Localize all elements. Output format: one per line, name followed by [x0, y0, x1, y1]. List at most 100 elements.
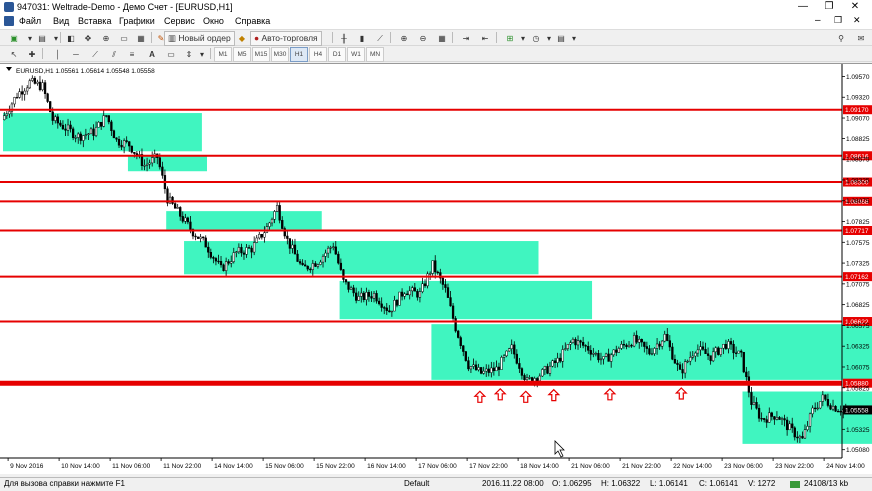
- candle-body: [269, 223, 271, 227]
- candle-body: [103, 116, 105, 127]
- candle-body: [350, 288, 352, 290]
- candle-body: [294, 245, 296, 254]
- candle-body: [289, 239, 291, 249]
- candle-body: [253, 243, 255, 253]
- text-label-icon[interactable]: ▭: [163, 47, 179, 62]
- minimize-button[interactable]: —: [790, 0, 816, 14]
- candle-body: [661, 341, 663, 346]
- timeframe-w1[interactable]: W1: [347, 47, 365, 62]
- candle-body: [467, 361, 469, 369]
- terminal-icon[interactable]: ▭: [116, 31, 132, 46]
- bar-chart-icon[interactable]: ╫: [336, 31, 352, 46]
- line-chart-icon[interactable]: ⟋: [372, 31, 388, 46]
- candle-body: [605, 354, 607, 357]
- timeframe-h4[interactable]: H4: [309, 47, 327, 62]
- close-child-icon[interactable]: ✕: [853, 15, 861, 26]
- candle-body: [641, 339, 643, 342]
- timeframe-m1[interactable]: M1: [214, 47, 232, 62]
- timeframe-mn[interactable]: MN: [366, 47, 384, 62]
- dropdown-arrow-icon[interactable]: ▾: [48, 31, 64, 46]
- candle-body: [807, 426, 809, 429]
- app-icon: [4, 2, 14, 12]
- close-button[interactable]: ✕: [842, 0, 868, 14]
- zoom-out-icon[interactable]: ⊖: [415, 31, 431, 46]
- channel-icon[interactable]: ⫽: [106, 47, 122, 62]
- candle-body: [457, 331, 459, 338]
- candle-body: [559, 358, 561, 361]
- crosshair-icon[interactable]: ✚: [24, 47, 40, 62]
- connection-icon: [790, 479, 800, 490]
- candle-body: [659, 344, 661, 346]
- search-icon[interactable]: ⚲: [833, 31, 849, 46]
- zoom-in-icon[interactable]: ⊕: [396, 31, 412, 46]
- menu-view[interactable]: Вид: [53, 16, 69, 26]
- candle-body: [569, 343, 571, 345]
- candle-body: [819, 401, 821, 408]
- candle-body: [363, 293, 365, 300]
- restore-button[interactable]: ❐: [816, 0, 842, 14]
- standard-toolbar: ▣ ▾ ▤ ▾ ◧ ✥ ⊕ ▭ ▦ ✎ ▥ Новый ордер ◆ ● Ав…: [0, 30, 872, 46]
- menu-tools[interactable]: Сервис: [164, 16, 195, 26]
- child-window-icon[interactable]: [4, 16, 14, 26]
- candle-body: [327, 248, 329, 253]
- trend-line-icon[interactable]: ⟋: [87, 47, 103, 62]
- candle-body: [399, 292, 401, 305]
- vertical-line-icon[interactable]: │: [50, 47, 66, 62]
- price-tick-label: 1.07575: [846, 240, 870, 247]
- autoscroll-icon[interactable]: ⇤: [477, 31, 493, 46]
- timeframe-m15[interactable]: M15: [252, 47, 270, 62]
- status-profile[interactable]: Default: [404, 479, 429, 488]
- cursor-icon[interactable]: ↖: [6, 47, 22, 62]
- candle-body: [832, 406, 834, 409]
- price-tick-label: 1.05325: [846, 427, 870, 434]
- candle-body: [422, 284, 424, 292]
- dropdown-arrow-icon[interactable]: ▾: [194, 47, 210, 62]
- candle-body: [256, 238, 258, 243]
- chart-shift-icon[interactable]: ⇥: [458, 31, 474, 46]
- candle-body: [608, 354, 610, 361]
- status-volume: V: 1272: [748, 479, 775, 488]
- new-chart-icon[interactable]: ▣: [6, 31, 22, 46]
- time-tick-label: 18 Nov 14:00: [520, 463, 559, 470]
- candle-body: [707, 354, 709, 356]
- auto-trading-button[interactable]: ● Авто-торговля: [250, 31, 322, 46]
- candle-body: [360, 293, 362, 296]
- candle-body: [480, 367, 482, 373]
- dropdown-arrow-icon[interactable]: ▾: [566, 31, 582, 46]
- menu-help[interactable]: Справка: [235, 16, 270, 26]
- fibonacci-icon[interactable]: ≡: [124, 47, 140, 62]
- candle-body: [151, 158, 153, 163]
- horizontal-line-icon[interactable]: ─: [68, 47, 84, 62]
- restore-child-icon[interactable]: ❐: [834, 15, 842, 26]
- tester-icon[interactable]: ▦: [133, 31, 149, 46]
- candle-body: [598, 353, 600, 360]
- market-watch-icon[interactable]: ◧: [63, 31, 79, 46]
- navigator-icon[interactable]: ✥: [80, 31, 96, 46]
- timeframe-m5[interactable]: M5: [233, 47, 251, 62]
- candle-body: [406, 294, 408, 295]
- candle-chart-icon[interactable]: ▮: [354, 31, 370, 46]
- minimize-child-icon[interactable]: –: [815, 15, 821, 26]
- menu-file[interactable]: Файл: [19, 16, 41, 26]
- timeframe-d1[interactable]: D1: [328, 47, 346, 62]
- time-tick-label: 23 Nov 22:00: [775, 463, 814, 470]
- experts-icon[interactable]: ◆: [234, 31, 250, 46]
- chart-window[interactable]: 1.091701.086161.083001.080681.077171.071…: [0, 63, 872, 474]
- tile-windows-icon[interactable]: ▦: [434, 31, 450, 46]
- candle-body: [781, 419, 783, 420]
- menu-insert[interactable]: Вставка: [78, 16, 111, 26]
- candle-body: [312, 263, 314, 269]
- timeframe-h1[interactable]: H1: [290, 47, 308, 62]
- menu-charts[interactable]: Графики: [119, 16, 155, 26]
- chat-icon[interactable]: ✉: [853, 31, 869, 46]
- candle-body: [149, 163, 151, 164]
- text-icon[interactable]: A: [144, 47, 160, 62]
- menu-window[interactable]: Окно: [203, 16, 224, 26]
- new-order-button[interactable]: ▥ Новый ордер: [164, 31, 235, 46]
- candle-body: [14, 97, 16, 104]
- timeframe-m30[interactable]: M30: [271, 47, 289, 62]
- candle-body: [228, 262, 230, 264]
- data-window-icon[interactable]: ⊕: [98, 31, 114, 46]
- price-chart[interactable]: 1.091701.086161.083001.080681.077171.071…: [0, 64, 872, 474]
- candle-body: [745, 372, 747, 377]
